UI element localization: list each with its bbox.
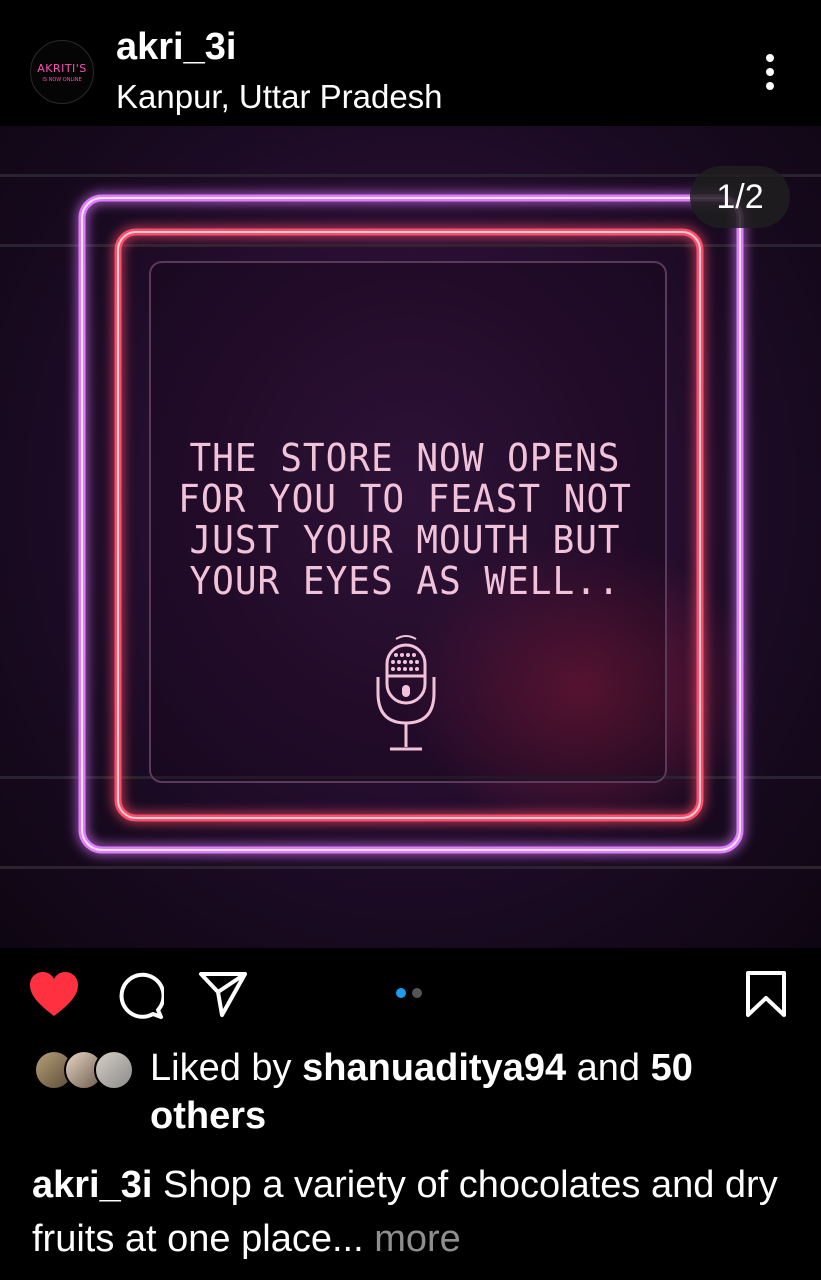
- instagram-post: AKRITI'S IS NOW ONLINE akri_3i Kanpur, U…: [0, 0, 821, 1280]
- post-header: AKRITI'S IS NOW ONLINE akri_3i Kanpur, U…: [0, 0, 821, 126]
- location[interactable]: Kanpur, Uttar Pradesh: [116, 78, 443, 116]
- send-icon[interactable]: [198, 970, 248, 1018]
- caption-more-link[interactable]: more: [364, 1218, 461, 1260]
- comment-icon[interactable]: [114, 970, 164, 1020]
- avatar-sub-text: IS NOW ONLINE: [42, 76, 82, 83]
- action-bar: [0, 948, 821, 1038]
- bookmark-icon[interactable]: [744, 970, 788, 1018]
- carousel-dot-active: [396, 988, 406, 998]
- avatar[interactable]: AKRITI'S IS NOW ONLINE: [30, 40, 94, 104]
- post-tagline: THE STORE NOW OPENS FOR YOU TO FEAST NOT…: [172, 438, 638, 602]
- liker-avatars: [34, 1050, 134, 1092]
- tagline-line: THE STORE NOW OPENS: [189, 436, 621, 480]
- tagline-line: JUST YOUR MOUTH BUT: [189, 518, 621, 562]
- liker-avatar: [94, 1050, 134, 1090]
- likes-count[interactable]: 50: [651, 1047, 693, 1089]
- liker-username[interactable]: shanuaditya94: [302, 1047, 566, 1089]
- carousel-dots: [396, 988, 422, 998]
- tagline-line: FOR YOU TO FEAST NOT: [178, 477, 632, 521]
- likes-text: Liked by shanuaditya94 and 50 others: [150, 1044, 790, 1140]
- avatar-brand-text: AKRITI'S: [37, 61, 87, 75]
- more-vertical-icon[interactable]: [756, 50, 784, 94]
- username[interactable]: akri_3i: [116, 26, 236, 69]
- likes-middle: and: [566, 1047, 651, 1089]
- carousel-counter: 1/2: [690, 166, 790, 228]
- likes-prefix: Liked by: [150, 1047, 303, 1089]
- likes-others[interactable]: others: [150, 1095, 266, 1137]
- caption-username[interactable]: akri_3i: [32, 1164, 152, 1206]
- caption: akri_3i Shop a variety of chocolates and…: [32, 1158, 792, 1266]
- microphone-icon: [376, 635, 436, 751]
- caption-ellipsis: ...: [331, 1218, 364, 1260]
- carousel-dot: [412, 988, 422, 998]
- tagline-line: YOUR EYES AS WELL..: [189, 559, 621, 603]
- heart-icon[interactable]: [28, 970, 80, 1018]
- post-image[interactable]: 1/2 THE STORE NOW OPENS FOR YOU TO FEAST…: [0, 126, 821, 948]
